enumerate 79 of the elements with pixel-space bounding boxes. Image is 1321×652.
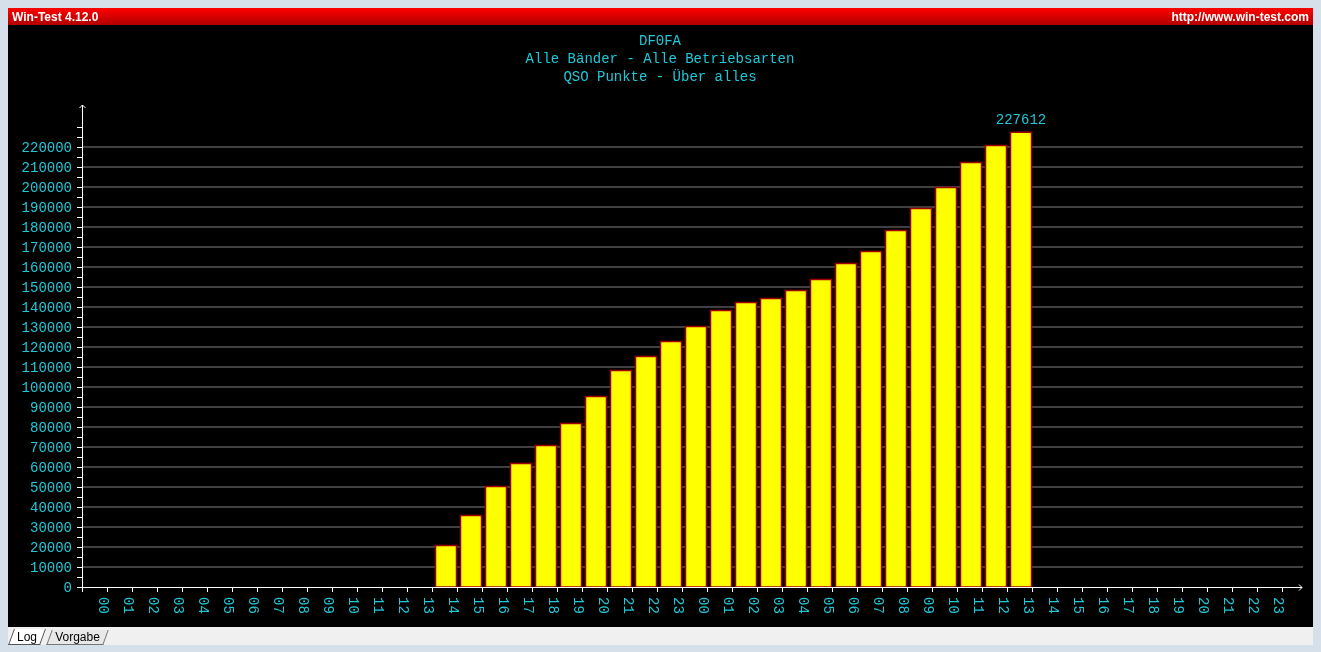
y-axis-label: 30000 bbox=[30, 520, 72, 536]
x-axis-label: 16 bbox=[495, 597, 511, 614]
x-axis-label: 22 bbox=[1245, 597, 1261, 614]
y-axis-label: 220000 bbox=[21, 140, 72, 156]
x-axis-label: 19 bbox=[1170, 597, 1186, 614]
x-axis-label: 15 bbox=[470, 597, 486, 614]
x-axis-label: 12 bbox=[995, 597, 1011, 614]
x-axis-label: 13 bbox=[1020, 597, 1036, 614]
x-axis-label: 04 bbox=[195, 597, 211, 614]
x-axis-label: 03 bbox=[170, 597, 186, 614]
x-axis-label: 07 bbox=[270, 597, 286, 614]
y-axis-label: 120000 bbox=[21, 340, 72, 356]
y-axis-label: 200000 bbox=[21, 180, 72, 196]
x-axis-label: 12 bbox=[395, 597, 411, 614]
x-axis-label: 02 bbox=[145, 597, 161, 614]
x-axis-label: 06 bbox=[845, 597, 861, 614]
x-axis-label: 01 bbox=[720, 597, 736, 614]
tab[interactable]: Log bbox=[8, 629, 46, 645]
y-axis-label: 10000 bbox=[30, 560, 72, 576]
y-axis-label: 50000 bbox=[30, 480, 72, 496]
x-axis-label: 23 bbox=[1270, 597, 1286, 614]
x-axis-label: 17 bbox=[1120, 597, 1136, 614]
y-axis-label: 160000 bbox=[21, 260, 72, 276]
x-axis-label: 14 bbox=[445, 597, 461, 614]
x-axis-label: 22 bbox=[645, 597, 661, 614]
x-axis-label: 17 bbox=[520, 597, 536, 614]
y-axis-label: 80000 bbox=[30, 420, 72, 436]
x-axis-label: 10 bbox=[345, 597, 361, 614]
y-axis-label: 90000 bbox=[30, 400, 72, 416]
x-axis-label: 05 bbox=[820, 597, 836, 614]
x-axis-label: 03 bbox=[770, 597, 786, 614]
x-axis-label: 09 bbox=[920, 597, 936, 614]
window-title: Win-Test 4.12.0 bbox=[12, 10, 99, 23]
x-axis-label: 13 bbox=[420, 597, 436, 614]
value-label: 227612 bbox=[995, 111, 1047, 128]
x-axis-label: 08 bbox=[895, 597, 911, 614]
y-axis-label: 180000 bbox=[21, 220, 72, 236]
x-axis-label: 16 bbox=[1095, 597, 1111, 614]
x-axis-label: 01 bbox=[120, 597, 136, 614]
x-axis-label: 19 bbox=[570, 597, 586, 614]
y-axis-label: 110000 bbox=[21, 360, 72, 376]
y-axis-label: 100000 bbox=[21, 380, 72, 396]
x-axis-label: 23 bbox=[670, 597, 686, 614]
x-axis-label: 10 bbox=[945, 597, 961, 614]
chart-title: QSO Punkte - Über alles bbox=[563, 69, 757, 85]
x-axis-label: 00 bbox=[695, 597, 711, 614]
y-axis-label: 140000 bbox=[21, 300, 72, 316]
x-axis-label: 20 bbox=[595, 597, 611, 614]
x-axis-label: 06 bbox=[245, 597, 261, 614]
x-axis-label: 11 bbox=[970, 597, 986, 614]
x-axis-label: 05 bbox=[220, 597, 236, 614]
x-axis-label: 18 bbox=[545, 597, 561, 614]
x-axis-label: 04 bbox=[795, 597, 811, 614]
chart-title: DF0FA bbox=[639, 33, 681, 49]
chart-title: Alle Bänder - Alle Betriebsarten bbox=[525, 51, 795, 67]
x-axis-label: 07 bbox=[870, 597, 886, 614]
x-axis-label: 15 bbox=[1070, 597, 1086, 614]
x-axis-label: 20 bbox=[1195, 597, 1211, 614]
y-axis-label: 70000 bbox=[30, 440, 72, 456]
y-axis-label: 150000 bbox=[21, 280, 72, 296]
y-axis-label: 210000 bbox=[21, 160, 72, 176]
y-axis-label: 20000 bbox=[30, 540, 72, 556]
y-axis-label: 170000 bbox=[21, 240, 72, 256]
y-axis-label: 130000 bbox=[21, 320, 72, 336]
y-axis-label: 0 bbox=[63, 580, 72, 596]
y-axis-label: 60000 bbox=[30, 460, 72, 476]
x-axis-label: 14 bbox=[1045, 597, 1061, 614]
tab[interactable]: Vorgabe bbox=[46, 630, 109, 645]
x-axis-label: 21 bbox=[620, 597, 636, 614]
x-axis-label: 09 bbox=[320, 597, 336, 614]
y-axis-label: 40000 bbox=[30, 500, 72, 516]
x-axis-label: 02 bbox=[745, 597, 761, 614]
x-axis-label: 21 bbox=[1220, 597, 1236, 614]
website-url: http://www.win-test.com bbox=[1171, 10, 1309, 23]
y-axis-label: 190000 bbox=[21, 200, 72, 216]
x-axis-label: 08 bbox=[295, 597, 311, 614]
x-axis-label: 11 bbox=[370, 597, 386, 614]
x-axis-label: 00 bbox=[95, 597, 111, 614]
x-axis-label: 18 bbox=[1145, 597, 1161, 614]
